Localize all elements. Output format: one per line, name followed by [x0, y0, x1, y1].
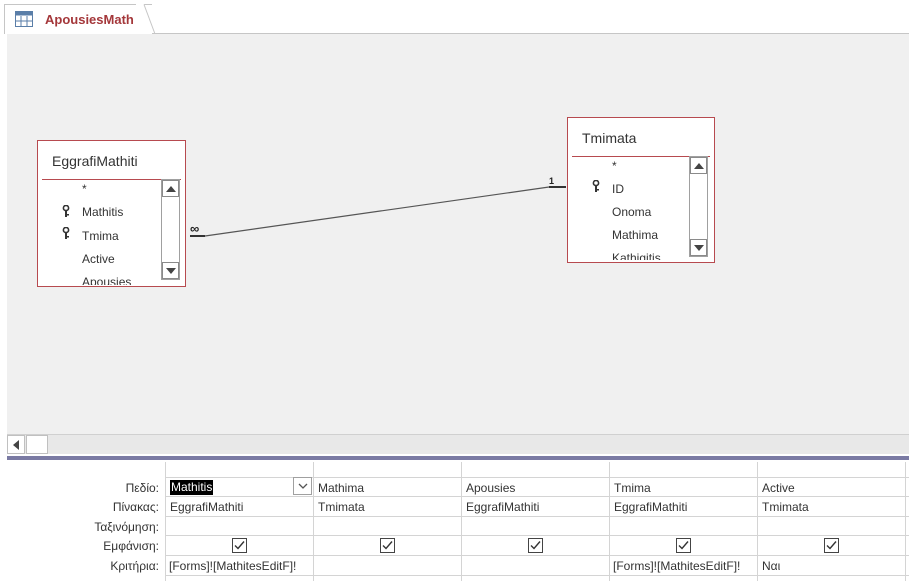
- criteria-cell[interactable]: [Forms]![MathitesEditF]!: [613, 559, 756, 573]
- scroll-thumb[interactable]: [26, 435, 48, 454]
- checkmark-icon: [826, 541, 837, 550]
- primary-key-icon: [62, 205, 70, 217]
- field-list-item[interactable]: Apousies: [82, 275, 131, 285]
- grid-row-divider: [165, 555, 909, 556]
- field-list-item[interactable]: *: [612, 159, 617, 173]
- field-list: * Mathitis Tmima Active Apousies: [38, 181, 163, 285]
- grid-column-divider: [905, 462, 906, 581]
- checkmark-icon: [234, 541, 245, 550]
- table-cell[interactable]: Tmimata: [762, 500, 902, 514]
- show-checkbox[interactable]: [676, 538, 691, 553]
- field-list-scrollbar[interactable]: [689, 156, 708, 257]
- row-label-show: Εμφάνιση:: [103, 539, 159, 553]
- table-title: EggrafiMathiti: [52, 153, 138, 169]
- chevron-down-icon: [298, 483, 308, 489]
- checkmark-icon: [678, 541, 689, 550]
- table-cell[interactable]: EggrafiMathiti: [466, 500, 606, 514]
- scroll-up-button[interactable]: [162, 180, 179, 197]
- row-label-sort: Ταξινόμηση:: [94, 520, 159, 534]
- scroll-left-button[interactable]: [7, 435, 25, 454]
- field-cell[interactable]: Apousies: [466, 481, 606, 495]
- field-list-item[interactable]: ID: [612, 182, 624, 196]
- design-surface-hscrollbar[interactable]: [7, 434, 909, 454]
- chevron-up-icon: [694, 163, 704, 169]
- table-tmimata[interactable]: Tmimata * ID Onoma Mathima Kathigitis: [567, 117, 715, 263]
- checkmark-icon: [530, 541, 541, 550]
- chevron-down-icon: [694, 245, 704, 251]
- grid-row-divider: [165, 575, 909, 576]
- field-list-item[interactable]: Onoma: [612, 205, 651, 219]
- field-list-item[interactable]: *: [82, 182, 87, 196]
- show-checkbox[interactable]: [380, 538, 395, 553]
- criteria-cell[interactable]: [Forms]![MathitesEditF]!: [169, 559, 312, 573]
- chevron-up-icon: [166, 186, 176, 192]
- primary-key-icon: [62, 227, 70, 239]
- table-cell[interactable]: EggrafiMathiti: [614, 500, 754, 514]
- field-list-item[interactable]: Mathitis: [82, 205, 123, 219]
- show-checkbox[interactable]: [232, 538, 247, 553]
- field-list-item[interactable]: Active: [82, 252, 115, 266]
- field-list-scrollbar[interactable]: [161, 179, 180, 280]
- row-label-criteria: Κριτήρια:: [110, 559, 159, 573]
- scroll-up-button[interactable]: [690, 157, 707, 174]
- field-cell[interactable]: Mathima: [318, 481, 458, 495]
- primary-key-icon: [592, 180, 600, 192]
- chevron-down-icon: [166, 268, 176, 274]
- grid-column-divider: [609, 462, 610, 581]
- query-design-window: ApousiesMath ∞ 1 EggrafiMathiti * Mathit…: [0, 0, 909, 581]
- many-side-label: ∞: [190, 221, 199, 236]
- grid-column-divider: [165, 462, 166, 581]
- chevron-left-icon: [13, 440, 19, 450]
- table-cell[interactable]: Tmimata: [318, 500, 458, 514]
- show-checkbox[interactable]: [824, 538, 839, 553]
- grid-row-divider: [165, 477, 909, 478]
- table-title: Tmimata: [582, 130, 637, 146]
- grid-row-divider: [165, 535, 909, 536]
- scroll-down-button[interactable]: [162, 262, 179, 279]
- show-checkbox[interactable]: [528, 538, 543, 553]
- field-cell[interactable]: Tmima: [614, 481, 754, 495]
- grid-column-divider: [461, 462, 462, 581]
- row-label-field: Πεδίο:: [125, 481, 159, 495]
- criteria-cell[interactable]: Ναι: [762, 559, 902, 573]
- grid-row-divider: [165, 516, 909, 517]
- grid-column-divider: [313, 462, 314, 581]
- one-side-label: 1: [549, 176, 554, 186]
- field-list-item[interactable]: Mathima: [612, 228, 658, 242]
- grid-column-divider: [757, 462, 758, 581]
- grid-row-divider: [165, 496, 909, 497]
- scroll-down-button[interactable]: [690, 239, 707, 256]
- row-label-table: Πίνακας:: [112, 500, 159, 514]
- field-cell[interactable]: Active: [762, 481, 902, 495]
- field-list-item[interactable]: Tmima: [82, 229, 119, 243]
- field-cell-selected[interactable]: Mathitis: [170, 480, 214, 495]
- field-dropdown-button[interactable]: [293, 477, 312, 495]
- table-cell[interactable]: EggrafiMathiti: [170, 500, 310, 514]
- table-eggrafimathiti[interactable]: EggrafiMathiti * Mathitis Tmima Active A…: [37, 140, 186, 287]
- field-list-item[interactable]: Kathigitis: [612, 251, 661, 260]
- field-list: * ID Onoma Mathima Kathigitis: [568, 158, 689, 260]
- checkmark-icon: [382, 541, 393, 550]
